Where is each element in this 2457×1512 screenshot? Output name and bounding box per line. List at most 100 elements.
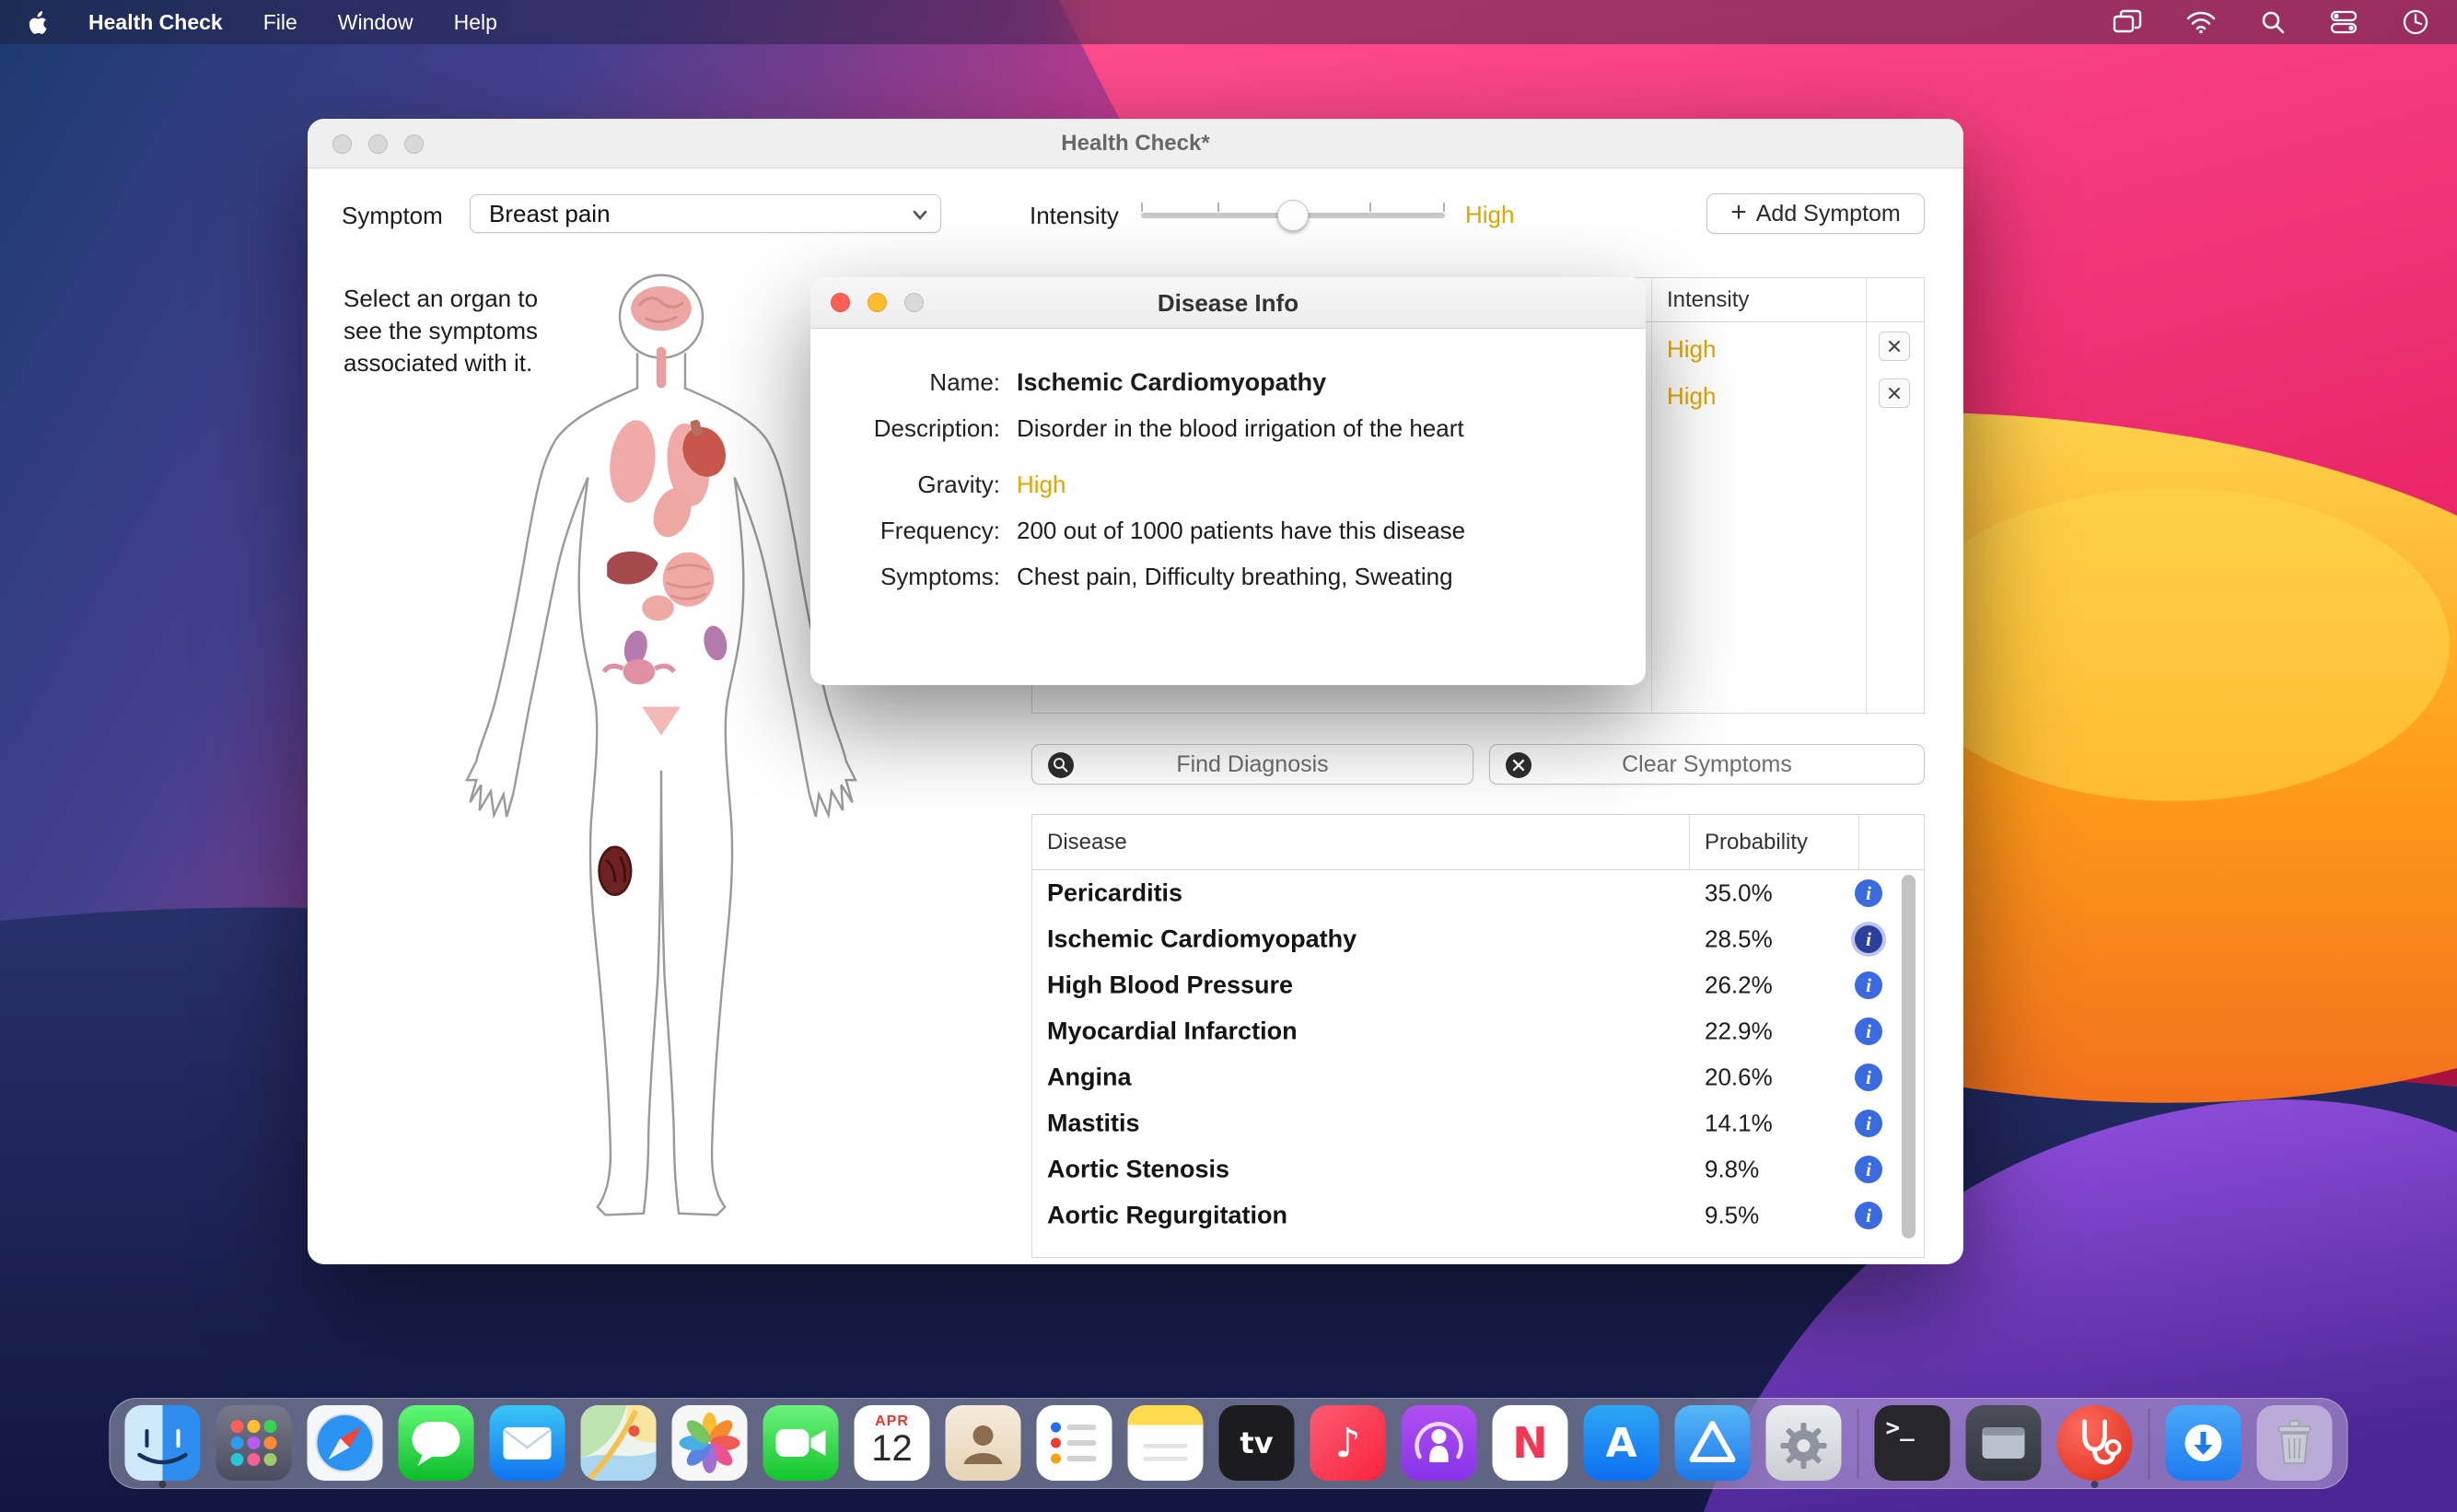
dock-mail[interactable] — [490, 1405, 565, 1488]
menu-help[interactable]: Help — [454, 10, 497, 35]
frequency-row: Frequency: 200 out of 1000 patients have… — [833, 518, 1624, 543]
symptom-dropdown[interactable]: Breast pain — [470, 194, 941, 233]
dock-separator — [1857, 1409, 1859, 1479]
symptoms-row: Symptoms: Chest pain, Difficulty breathi… — [833, 564, 1624, 589]
remove-symptom-button[interactable] — [1879, 331, 1910, 361]
gravity-row: Gravity: High — [833, 471, 1624, 497]
control-center-icon[interactable] — [2330, 9, 2358, 35]
column-divider — [1689, 815, 1690, 870]
dock-launchpad[interactable] — [216, 1405, 292, 1488]
intensity-column-header[interactable]: Intensity — [1667, 278, 1749, 322]
dock-news[interactable]: N — [1493, 1405, 1568, 1488]
table-row[interactable]: Ischemic Cardiomyopathy 28.5% i — [1032, 916, 1924, 962]
info-button[interactable]: i — [1855, 1202, 1882, 1229]
table-row[interactable]: High Blood Pressure 26.2% i — [1032, 962, 1924, 1008]
add-symptom-button[interactable]: + Add Symptom — [1706, 193, 1925, 234]
disease-name: Myocardial Infarction — [1047, 1018, 1298, 1046]
dock-terminal[interactable]: >_ — [1875, 1405, 1950, 1488]
disease-table-header: Disease Probability — [1032, 815, 1924, 870]
dock-utility-app[interactable] — [1966, 1405, 2042, 1488]
trachea-organ[interactable] — [657, 347, 666, 389]
column-divider — [1858, 815, 1859, 870]
dock-calendar[interactable]: APR 12 — [855, 1405, 930, 1488]
disease-probability: 9.5% — [1705, 1202, 1759, 1230]
frequency-value: 200 out of 1000 patients have this disea… — [1017, 518, 1465, 543]
scrollbar[interactable] — [1902, 875, 1916, 1239]
probability-column-header[interactable]: Probability — [1705, 815, 1808, 870]
brain-organ[interactable] — [631, 286, 692, 331]
wifi-icon[interactable] — [2186, 10, 2216, 34]
reminders-list-icon — [1037, 1405, 1112, 1481]
window-titlebar[interactable]: Health Check* — [308, 119, 1963, 169]
info-icon: i — [1866, 1206, 1871, 1226]
calendar-day: 12 — [855, 1428, 930, 1470]
table-row[interactable]: Pericarditis 35.0% i — [1032, 870, 1924, 916]
dock-safari[interactable] — [308, 1405, 383, 1488]
body-diagram[interactable] — [453, 273, 869, 1229]
disease-probability: 28.5% — [1705, 925, 1773, 954]
dock-facetime[interactable] — [763, 1405, 839, 1488]
table-row[interactable]: Angina 20.6% i — [1032, 1054, 1924, 1100]
symptom-row-intensity: High — [1667, 335, 1716, 364]
photos-pinwheel-icon — [672, 1405, 748, 1481]
dock-downloads[interactable] — [2166, 1405, 2242, 1488]
dock-system-preferences[interactable] — [1766, 1405, 1842, 1488]
info-button-active[interactable]: i — [1855, 925, 1882, 953]
pelvis-organ[interactable] — [642, 707, 681, 736]
info-button[interactable]: i — [1855, 879, 1882, 907]
stacked-windows-icon[interactable] — [2113, 9, 2142, 35]
table-row[interactable]: Myocardial Infarction 22.9% i — [1032, 1008, 1924, 1054]
table-row[interactable]: Mastitis 14.1% i — [1032, 1100, 1924, 1146]
dock-health-check-app[interactable] — [2057, 1405, 2133, 1488]
dock-tv[interactable]: tv — [1219, 1405, 1295, 1488]
selected-organ[interactable] — [600, 847, 632, 895]
search-icon[interactable] — [2260, 9, 2286, 35]
info-button[interactable]: i — [1855, 1110, 1882, 1137]
dock-messages[interactable] — [399, 1405, 474, 1488]
clock-icon[interactable] — [2402, 8, 2429, 36]
disease-probability: 22.9% — [1705, 1018, 1773, 1046]
uterus-organ[interactable] — [604, 659, 674, 685]
disease-column-header[interactable]: Disease — [1047, 815, 1127, 870]
dock-podcasts[interactable] — [1402, 1405, 1477, 1488]
info-button[interactable]: i — [1855, 971, 1882, 999]
dialog-titlebar[interactable]: Disease Info — [810, 277, 1646, 329]
triangle-icon — [1675, 1405, 1751, 1481]
table-row[interactable]: Aortic Stenosis 9.8% i — [1032, 1146, 1924, 1192]
name-value: Ischemic Cardiomyopathy — [1017, 369, 1326, 395]
info-button[interactable]: i — [1855, 1156, 1882, 1183]
find-diagnosis-button[interactable]: Find Diagnosis — [1031, 744, 1473, 785]
remove-symptom-button[interactable] — [1879, 378, 1910, 408]
dock-notes[interactable] — [1128, 1405, 1204, 1488]
table-row[interactable]: Aortic Regurgitation 9.5% i — [1032, 1192, 1924, 1239]
intensity-slider[interactable] — [1141, 195, 1445, 236]
chevron-down-icon — [907, 202, 933, 227]
slider-thumb[interactable] — [1277, 200, 1309, 231]
finder-face-icon — [125, 1405, 201, 1481]
info-icon: i — [1866, 1068, 1871, 1087]
dock-photos[interactable] — [672, 1405, 748, 1488]
symptoms-label: Symptoms: — [833, 564, 1000, 589]
envelope-icon — [490, 1405, 565, 1481]
clear-symptoms-button[interactable]: Clear Symptoms — [1489, 744, 1925, 785]
menubar-app-name[interactable]: Health Check — [88, 10, 223, 35]
info-button[interactable]: i — [1855, 1064, 1882, 1091]
dock-contacts[interactable] — [946, 1405, 1021, 1488]
liver-organ[interactable] — [607, 552, 658, 585]
info-icon: i — [1866, 930, 1871, 949]
dock-app-store[interactable]: A — [1584, 1405, 1659, 1488]
name-label: Name: — [833, 369, 1000, 395]
dock-reminders[interactable] — [1037, 1405, 1112, 1488]
dock-trash[interactable] — [2257, 1405, 2333, 1488]
disease-name: Pericarditis — [1047, 879, 1182, 908]
dock-maps[interactable] — [581, 1405, 657, 1488]
menu-file[interactable]: File — [263, 10, 297, 35]
dock-xcode[interactable] — [1675, 1405, 1751, 1488]
menu-window[interactable]: Window — [338, 10, 413, 35]
intensity-value: High — [1465, 201, 1514, 229]
dock-music[interactable]: ♪ — [1310, 1405, 1386, 1488]
apple-menu-icon[interactable] — [28, 10, 48, 34]
safari-compass-icon — [308, 1405, 383, 1481]
dock-finder[interactable] — [125, 1405, 201, 1488]
info-button[interactable]: i — [1855, 1018, 1882, 1045]
